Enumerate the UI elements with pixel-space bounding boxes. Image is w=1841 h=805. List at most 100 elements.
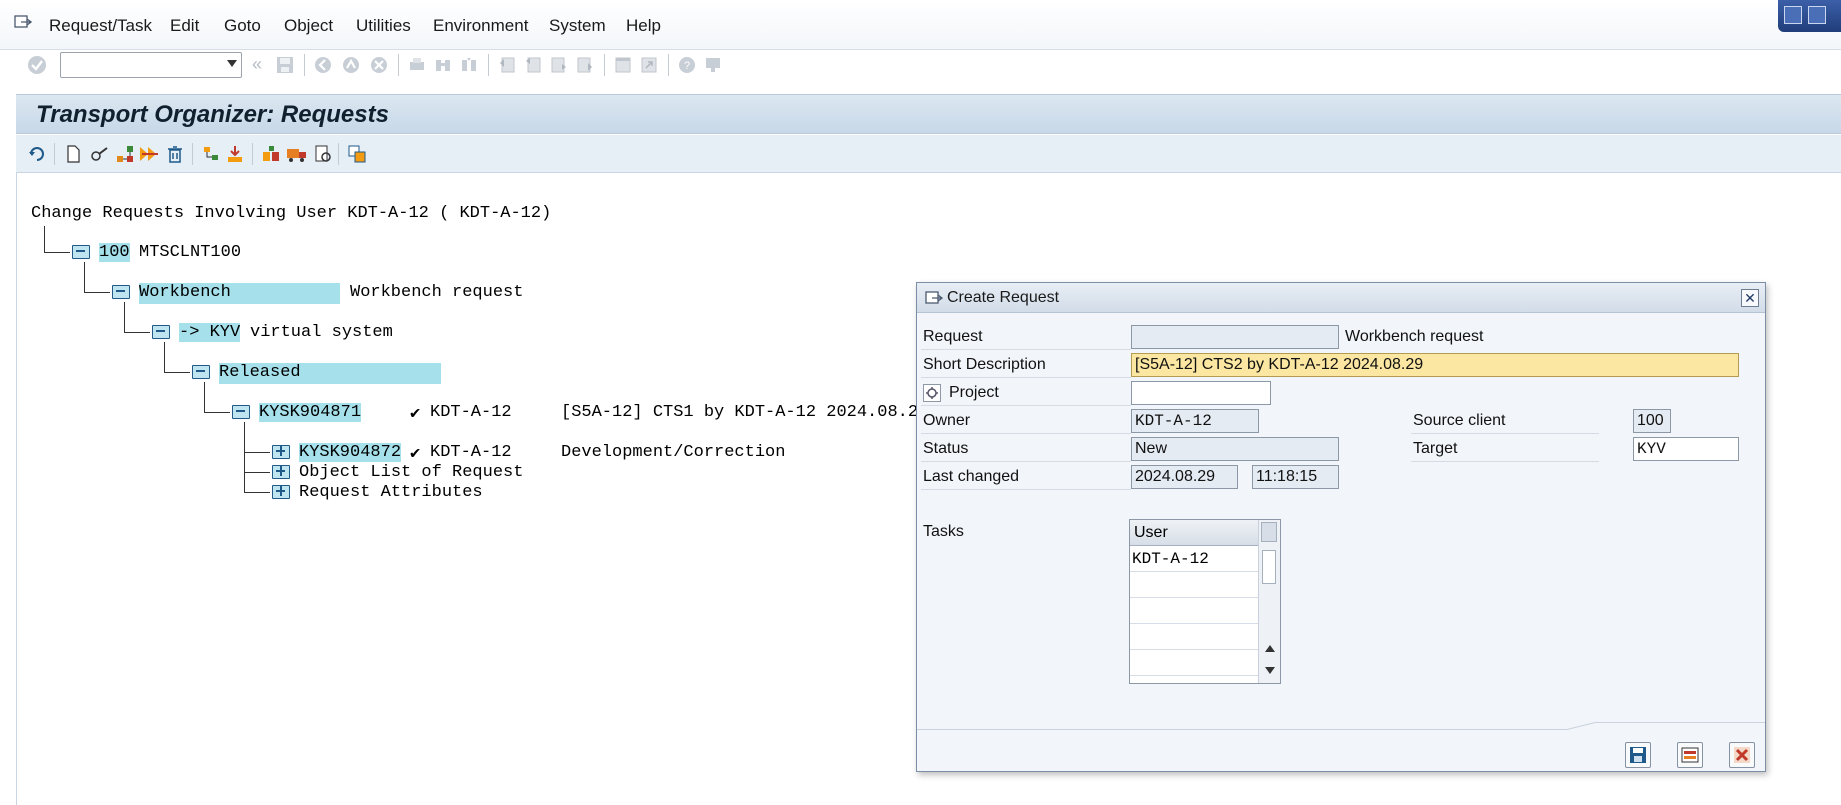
create-request-dialog: Create Request ✕ Request Short Descripti… xyxy=(916,282,1766,772)
menu-goto[interactable]: Goto xyxy=(224,16,261,36)
table-row[interactable] xyxy=(1130,572,1258,598)
tree-client-id[interactable]: 100 xyxy=(99,243,130,262)
dialog-header: Create Request ✕ xyxy=(917,283,1765,313)
menu-object[interactable]: Object xyxy=(284,16,333,36)
source-client-field: 100 xyxy=(1633,409,1671,433)
back-icon[interactable] xyxy=(312,54,334,76)
tree-request-owner: KDT-A-12 xyxy=(430,403,512,422)
cancel-icon[interactable] xyxy=(368,54,390,76)
previous-page-icon[interactable] xyxy=(522,54,544,76)
application-toolbar xyxy=(16,135,1841,173)
window-controls xyxy=(1778,0,1841,32)
tree-header: Change Requests Involving User KDT-A-12 … xyxy=(31,204,552,223)
check-icon: ✔ xyxy=(410,445,421,464)
last-changed-label: Last changed xyxy=(923,468,1020,485)
command-field[interactable] xyxy=(60,52,242,78)
first-page-icon[interactable] xyxy=(496,54,518,76)
menu-edit[interactable]: Edit xyxy=(170,16,199,36)
tree-request-id[interactable]: KYSK904871 xyxy=(259,403,362,422)
cancel-button[interactable] xyxy=(1729,742,1755,768)
folder-icon xyxy=(152,325,170,339)
menu-help[interactable]: Help xyxy=(626,16,661,36)
display-objects-icon[interactable] xyxy=(260,143,282,165)
tasks-scrollbar[interactable] xyxy=(1258,520,1280,683)
expand-folder-icon[interactable] xyxy=(272,485,290,499)
table-row[interactable] xyxy=(1130,650,1258,676)
tree-object-list[interactable]: Object List of Request xyxy=(299,463,523,482)
menu-utilities[interactable]: Utilities xyxy=(356,16,411,36)
close-icon[interactable]: ✕ xyxy=(1741,289,1759,307)
table-row[interactable]: KDT-A-12 xyxy=(1130,546,1258,572)
dialog-footer xyxy=(917,735,1765,771)
expand-folder-icon[interactable] xyxy=(272,445,290,459)
print-icon[interactable] xyxy=(406,54,428,76)
project-label: Project xyxy=(949,384,999,401)
tree-target-desc: virtual system xyxy=(250,323,393,342)
project-input[interactable] xyxy=(1131,381,1271,405)
menu-bar: Request/Task Edit Goto Object Utilities … xyxy=(0,0,1841,50)
exit-icon[interactable] xyxy=(340,54,362,76)
delete-icon[interactable] xyxy=(164,143,186,165)
request-label: Request xyxy=(923,328,983,345)
next-page-icon[interactable] xyxy=(548,54,570,76)
table-row[interactable] xyxy=(1130,624,1258,650)
tree-workbench[interactable]: Workbench xyxy=(139,283,340,304)
request-details-icon[interactable] xyxy=(312,143,334,165)
refresh-icon[interactable] xyxy=(26,143,48,165)
tasks-label: Tasks xyxy=(923,523,964,540)
request-type: Workbench request xyxy=(1345,328,1484,345)
svg-text:?: ? xyxy=(684,60,690,72)
display-change-icon[interactable] xyxy=(88,143,110,165)
status-label: Status xyxy=(923,440,969,457)
tree-request-attributes[interactable]: Request Attributes xyxy=(299,483,483,502)
menu-system[interactable]: System xyxy=(549,16,606,36)
last-page-icon[interactable] xyxy=(574,54,596,76)
source-client-label: Source client xyxy=(1413,412,1506,429)
owner-label: Owner xyxy=(923,412,971,429)
release-icon[interactable] xyxy=(138,143,160,165)
transport-truck-icon[interactable] xyxy=(286,143,308,165)
tree-target[interactable]: -> KYV xyxy=(179,323,241,342)
status-field: New xyxy=(1131,437,1339,461)
folder-icon xyxy=(192,365,210,379)
last-changed-time-field: 11:18:15 xyxy=(1252,465,1339,489)
target-input[interactable]: KYV xyxy=(1633,437,1739,461)
tasks-column-header[interactable]: User xyxy=(1130,520,1258,546)
request-field xyxy=(1131,325,1339,349)
scroll-down-icon[interactable] xyxy=(1265,667,1275,674)
folder-icon xyxy=(72,245,90,259)
menu-icon[interactable] xyxy=(14,14,33,30)
short-description-label: Short Description xyxy=(923,356,1046,373)
tree-released[interactable]: Released xyxy=(219,363,441,384)
scroll-up-icon[interactable] xyxy=(1265,645,1275,652)
menu-environment[interactable]: Environment xyxy=(433,16,528,36)
target-label: Target xyxy=(1413,440,1458,457)
menu-request-task[interactable]: Request/Task xyxy=(49,16,152,36)
table-row[interactable] xyxy=(1130,598,1258,624)
tree-task-owner: KDT-A-12 xyxy=(430,443,512,462)
save-icon[interactable] xyxy=(274,54,296,76)
enter-check-icon[interactable] xyxy=(26,54,48,76)
create-document-icon[interactable] xyxy=(62,143,84,165)
dialog-icon xyxy=(925,290,944,311)
tree-client-name: MTSCLNT100 xyxy=(139,243,242,262)
new-session-icon[interactable] xyxy=(612,54,634,76)
chevron-down-icon[interactable] xyxy=(227,60,237,67)
minimize-icon[interactable] xyxy=(1784,6,1802,24)
help-icon[interactable]: ? xyxy=(676,54,698,76)
expand-subtree-icon[interactable] xyxy=(200,143,222,165)
hierarchy-icon[interactable] xyxy=(114,143,136,165)
restore-icon[interactable] xyxy=(1808,6,1826,24)
shortcut-icon[interactable] xyxy=(638,54,660,76)
collapse-subtree-icon[interactable] xyxy=(224,143,246,165)
expand-folder-icon[interactable] xyxy=(272,465,290,479)
tree-task-id[interactable]: KYSK904872 xyxy=(299,443,402,462)
merge-requests-icon[interactable] xyxy=(346,143,368,165)
short-description-input[interactable]: [S5A-12] CTS2 by KDT-A-12 2024.08.29 xyxy=(1131,353,1739,377)
layout-menu-icon[interactable] xyxy=(702,54,724,76)
save-button[interactable] xyxy=(1625,742,1651,768)
find-next-icon[interactable] xyxy=(458,54,480,76)
find-icon[interactable] xyxy=(432,54,454,76)
project-icon[interactable] xyxy=(923,384,941,402)
own-requests-button[interactable] xyxy=(1677,742,1703,768)
